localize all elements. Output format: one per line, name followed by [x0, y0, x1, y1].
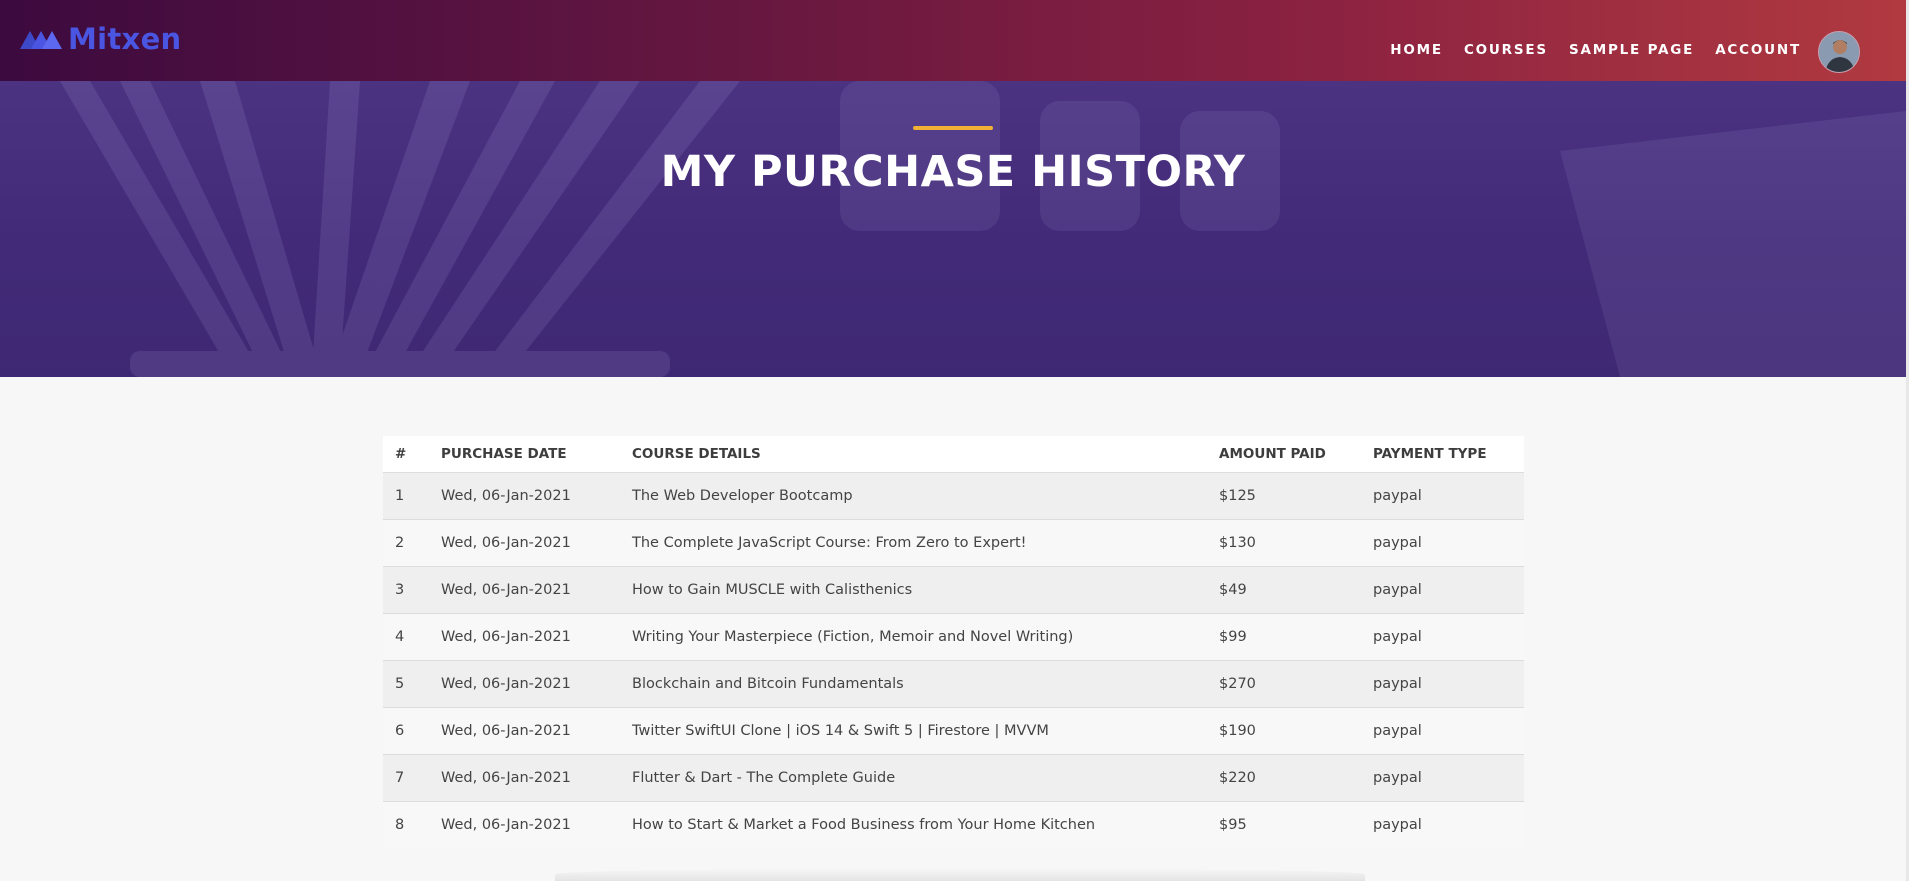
payment-type: paypal	[1361, 753, 1524, 801]
nav-account-link[interactable]: ACCOUNT	[1715, 42, 1801, 58]
top-navigation-bar: Mitxen HOME COURSES SAMPLE PAGE ACCOUNT	[0, 0, 1906, 81]
amount-paid: $270	[1207, 659, 1361, 707]
payment-type: paypal	[1361, 659, 1524, 707]
amount-paid: $220	[1207, 753, 1361, 801]
payment-type: paypal	[1361, 471, 1524, 519]
footer-card-shadow	[555, 868, 1365, 881]
table-row: 6 Wed, 06-Jan-2021 Twitter SwiftUI Clone…	[383, 706, 1524, 754]
course-details: Writing Your Masterpiece (Fiction, Memoi…	[620, 612, 1207, 660]
purchase-history-table: # PURCHASE DATE COURSE DETAILS AMOUNT PA…	[383, 436, 1524, 848]
brand-name: Mitxen	[68, 22, 182, 56]
page-title: MY PURCHASE HISTORY	[660, 147, 1246, 197]
purchase-date: Wed, 06-Jan-2021	[429, 659, 620, 707]
logo-mark-icon	[20, 31, 62, 49]
row-number: 4	[383, 612, 429, 660]
hero-accent-line	[913, 126, 993, 130]
course-details: The Complete JavaScript Course: From Zer…	[620, 518, 1207, 566]
table-row: 8 Wed, 06-Jan-2021 How to Start & Market…	[383, 800, 1524, 848]
amount-paid: $95	[1207, 800, 1361, 848]
row-number: 6	[383, 706, 429, 754]
payment-type: paypal	[1361, 800, 1524, 848]
column-header-course-details: COURSE DETAILS	[620, 436, 1207, 473]
nav-courses-link[interactable]: COURSES	[1464, 42, 1548, 58]
row-number: 2	[383, 518, 429, 566]
course-details: Twitter SwiftUI Clone | iOS 14 & Swift 5…	[620, 706, 1207, 754]
course-details: Blockchain and Bitcoin Fundamentals	[620, 659, 1207, 707]
table-row: 1 Wed, 06-Jan-2021 The Web Developer Boo…	[383, 471, 1524, 519]
purchase-date: Wed, 06-Jan-2021	[429, 518, 620, 566]
page-hero-banner: MY PURCHASE HISTORY	[0, 81, 1906, 377]
amount-paid: $99	[1207, 612, 1361, 660]
nav-sample-page-link[interactable]: SAMPLE PAGE	[1569, 42, 1694, 58]
row-number: 3	[383, 565, 429, 613]
column-header-payment-type: PAYMENT TYPE	[1361, 436, 1524, 473]
payment-type: paypal	[1361, 518, 1524, 566]
row-number: 1	[383, 471, 429, 519]
column-header-amount-paid: AMOUNT PAID	[1207, 436, 1361, 473]
table-row: 4 Wed, 06-Jan-2021 Writing Your Masterpi…	[383, 612, 1524, 660]
payment-type: paypal	[1361, 706, 1524, 754]
row-number: 8	[383, 800, 429, 848]
purchase-date: Wed, 06-Jan-2021	[429, 565, 620, 613]
payment-type: paypal	[1361, 612, 1524, 660]
column-header-purchase-date: PURCHASE DATE	[429, 436, 620, 473]
table-row: 5 Wed, 06-Jan-2021 Blockchain and Bitcoi…	[383, 659, 1524, 707]
row-number: 7	[383, 753, 429, 801]
course-details: How to Start & Market a Food Business fr…	[620, 800, 1207, 848]
purchase-date: Wed, 06-Jan-2021	[429, 706, 620, 754]
table-row: 2 Wed, 06-Jan-2021 The Complete JavaScri…	[383, 518, 1524, 566]
amount-paid: $125	[1207, 471, 1361, 519]
amount-paid: $49	[1207, 565, 1361, 613]
purchase-date: Wed, 06-Jan-2021	[429, 471, 620, 519]
row-number: 5	[383, 659, 429, 707]
amount-paid: $190	[1207, 706, 1361, 754]
purchase-date: Wed, 06-Jan-2021	[429, 753, 620, 801]
purchase-date: Wed, 06-Jan-2021	[429, 612, 620, 660]
main-nav: HOME COURSES SAMPLE PAGE ACCOUNT	[1390, 42, 1801, 58]
table-row: 7 Wed, 06-Jan-2021 Flutter & Dart - The …	[383, 753, 1524, 801]
course-details: How to Gain MUSCLE with Calisthenics	[620, 565, 1207, 613]
user-avatar[interactable]	[1818, 31, 1860, 73]
table-header-row: # PURCHASE DATE COURSE DETAILS AMOUNT PA…	[383, 436, 1524, 473]
column-header-number: #	[383, 436, 429, 473]
brand-logo[interactable]: Mitxen	[20, 22, 181, 56]
purchase-date: Wed, 06-Jan-2021	[429, 800, 620, 848]
user-avatar-icon	[1819, 32, 1859, 72]
course-details: Flutter & Dart - The Complete Guide	[620, 753, 1207, 801]
nav-home-link[interactable]: HOME	[1390, 42, 1443, 58]
payment-type: paypal	[1361, 565, 1524, 613]
amount-paid: $130	[1207, 518, 1361, 566]
course-details: The Web Developer Bootcamp	[620, 471, 1207, 519]
table-row: 3 Wed, 06-Jan-2021 How to Gain MUSCLE wi…	[383, 565, 1524, 613]
